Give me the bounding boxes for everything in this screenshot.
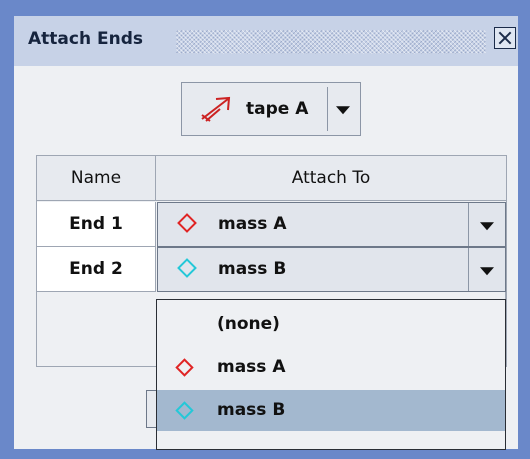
tape-selector-dropdown-button[interactable] [327,87,357,131]
close-icon[interactable] [494,27,516,49]
column-header-name[interactable]: Name [37,156,156,201]
attach-ends-dialog: Attach Ends tape A Name Attach To End 1 … [14,16,518,450]
dropdown-option-mass-b[interactable]: mass B [157,390,505,431]
window-frame-right [518,0,530,459]
option-label: (none) [217,314,280,334]
mass-b-diamond-icon [175,401,194,420]
end-1-attach-value: mass A [218,214,287,234]
chevron-down-icon [480,266,494,275]
chevron-down-icon [480,221,494,230]
dropdown-option-none[interactable]: (none) [157,304,505,345]
mass-b-diamond-icon [177,258,197,278]
option-label: mass B [217,400,286,420]
window-frame-left [0,0,14,459]
option-label: mass A [217,357,286,377]
mass-a-diamond-icon [177,213,197,233]
tape-arrow-icon [201,96,231,122]
title-bar[interactable]: Attach Ends [14,16,518,66]
dropdown-option-mass-a[interactable]: mass A [157,347,505,388]
title-bar-texture [176,30,486,54]
end-2-name-cell: End 2 [37,247,156,292]
window-frame-top [0,0,530,16]
end-1-dropdown-button[interactable] [468,203,505,246]
window-frame-bottom [0,449,530,459]
tape-selector-label: tape A [246,99,309,119]
end-2-attach-combo[interactable]: mass B [157,247,506,292]
mass-a-diamond-icon [175,358,194,377]
end-2-attach-value: mass B [218,259,287,279]
end-1-name-cell: End 1 [37,202,156,247]
tape-selector[interactable]: tape A [181,82,361,136]
chevron-down-icon [335,106,350,115]
end-1-attach-combo[interactable]: mass A [157,202,506,247]
end-2-dropdown-button[interactable] [468,248,505,291]
attach-dropdown-list: (none) mass A mass B [156,299,506,450]
dialog-title: Attach Ends [28,29,143,49]
column-header-attach-to[interactable]: Attach To [156,156,506,201]
